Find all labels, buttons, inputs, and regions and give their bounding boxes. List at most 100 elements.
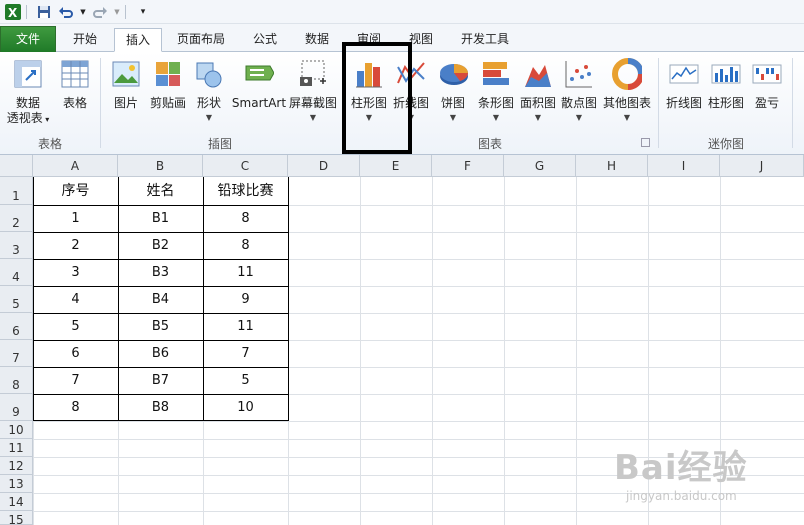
cell-c9[interactable]: 10 xyxy=(203,394,288,421)
cell-c4[interactable]: 11 xyxy=(203,259,288,286)
column-header-e[interactable]: E xyxy=(360,155,432,177)
row-header-10[interactable]: 10 xyxy=(0,421,33,439)
row-header-4[interactable]: 4 xyxy=(0,259,33,286)
tab-data[interactable]: 数据 xyxy=(296,28,338,52)
other-charts-button[interactable]: 其他图表 ▼ xyxy=(600,58,654,123)
tab-page-layout[interactable]: 页面布局 xyxy=(170,28,232,52)
cell-a6[interactable]: 5 xyxy=(33,313,118,340)
sparkline-winloss-label: 盈亏 xyxy=(754,96,779,110)
column-header-d[interactable]: D xyxy=(288,155,360,177)
cell-b4[interactable]: B3 xyxy=(118,259,203,286)
row-header-11[interactable]: 11 xyxy=(0,439,33,457)
bar-chart-dropdown-icon: ▼ xyxy=(492,113,500,122)
scatter-chart-button[interactable]: 散点图 ▼ xyxy=(558,58,600,123)
row-header-13[interactable]: 13 xyxy=(0,475,33,493)
pivot-table-label-2: 透视表 ▾ xyxy=(6,111,50,125)
cell-c2[interactable]: 8 xyxy=(203,205,288,232)
cell-c3[interactable]: 8 xyxy=(203,232,288,259)
row-header-7[interactable]: 7 xyxy=(0,340,33,367)
cell-b9[interactable]: B8 xyxy=(118,394,203,421)
row-header-3[interactable]: 3 xyxy=(0,232,33,259)
cell-b6[interactable]: B5 xyxy=(118,313,203,340)
excel-logo-icon: X xyxy=(4,3,22,21)
cell-c8[interactable]: 5 xyxy=(203,367,288,394)
column-header-c[interactable]: C xyxy=(203,155,288,177)
pie-chart-button[interactable]: 饼图 ▼ xyxy=(434,58,472,123)
clipart-button[interactable]: 剪贴画 xyxy=(146,58,190,111)
column-header-i[interactable]: I xyxy=(648,155,720,177)
gridline xyxy=(360,177,361,525)
sparkline-column-button[interactable]: 柱形图 xyxy=(706,58,746,111)
row-header-15[interactable]: 15 xyxy=(0,511,33,525)
customize-qat-icon[interactable]: ▾ xyxy=(134,3,152,21)
redo-dropdown-icon[interactable]: ▼ xyxy=(113,3,121,21)
cell-b7[interactable]: B6 xyxy=(118,340,203,367)
watermark-brand: Bai经验 xyxy=(614,448,748,488)
screenshot-label: 屏幕截图 xyxy=(288,96,337,110)
table-label: 表格 xyxy=(62,96,87,110)
column-header-a[interactable]: A xyxy=(33,155,118,177)
pivot-table-label-1: 数据 xyxy=(15,96,40,110)
cell-a4[interactable]: 3 xyxy=(33,259,118,286)
pivot-table-button[interactable]: 数据 透视表 ▾ xyxy=(4,58,52,127)
area-chart-button[interactable]: 面积图 ▼ xyxy=(516,58,560,123)
column-header-j[interactable]: J xyxy=(720,155,804,177)
group-separator xyxy=(792,58,793,148)
undo-icon[interactable] xyxy=(57,3,75,21)
bar-chart-button[interactable]: 条形图 ▼ xyxy=(474,58,518,123)
cell-b1[interactable]: 姓名 xyxy=(118,177,203,205)
smartart-button[interactable]: SmartArt xyxy=(230,58,288,111)
row-header-2[interactable]: 2 xyxy=(0,205,33,232)
column-header-b[interactable]: B xyxy=(118,155,203,177)
row-header-8[interactable]: 8 xyxy=(0,367,33,394)
cell-c1[interactable]: 铅球比赛 xyxy=(203,177,288,205)
tab-insert[interactable]: 插入 xyxy=(114,28,162,52)
sparkline-line-button[interactable]: 折线图 xyxy=(662,58,706,111)
shapes-dropdown-icon: ▼ xyxy=(205,113,213,122)
area-chart-label: 面积图 xyxy=(519,96,556,110)
shapes-button[interactable]: 形状 ▼ xyxy=(192,58,226,123)
cell-a9[interactable]: 8 xyxy=(33,394,118,421)
row-header-1[interactable]: 1 xyxy=(0,177,33,205)
table-icon xyxy=(60,58,90,90)
row-header-12[interactable]: 12 xyxy=(0,457,33,475)
svg-text:X: X xyxy=(8,6,18,20)
row-header-6[interactable]: 6 xyxy=(0,313,33,340)
row-header-14[interactable]: 14 xyxy=(0,493,33,511)
cell-b2[interactable]: B1 xyxy=(118,205,203,232)
cell-a8[interactable]: 7 xyxy=(33,367,118,394)
redo-icon[interactable] xyxy=(91,3,109,21)
select-all-corner[interactable] xyxy=(0,155,33,177)
tab-file[interactable]: 文件 xyxy=(0,26,56,52)
cell-a5[interactable]: 4 xyxy=(33,286,118,313)
cell-a2[interactable]: 1 xyxy=(33,205,118,232)
tab-formulas[interactable]: 公式 xyxy=(244,28,286,52)
cell-a1[interactable]: 序号 xyxy=(33,177,118,205)
cell-b5[interactable]: B4 xyxy=(118,286,203,313)
watermark-url: jingyan.baidu.com xyxy=(626,489,737,503)
cell-b3[interactable]: B2 xyxy=(118,232,203,259)
column-header-h[interactable]: H xyxy=(576,155,648,177)
other-charts-label: 其他图表 xyxy=(602,96,651,110)
table-button[interactable]: 表格 xyxy=(56,58,94,111)
charts-dialog-launcher-icon[interactable] xyxy=(641,138,650,147)
gridline xyxy=(33,421,34,525)
column-header-g[interactable]: G xyxy=(504,155,576,177)
sparkline-winloss-button[interactable]: 盈亏 xyxy=(748,58,786,111)
cell-c6[interactable]: 11 xyxy=(203,313,288,340)
cell-b8[interactable]: B7 xyxy=(118,367,203,394)
column-header-f[interactable]: F xyxy=(432,155,504,177)
undo-dropdown-icon[interactable]: ▼ xyxy=(79,3,87,21)
picture-button[interactable]: 图片 xyxy=(106,58,146,111)
pie-chart-dropdown-icon: ▼ xyxy=(449,113,457,122)
cell-c5[interactable]: 9 xyxy=(203,286,288,313)
tab-developer[interactable]: 开发工具 xyxy=(452,28,518,52)
cell-a3[interactable]: 2 xyxy=(33,232,118,259)
tab-home[interactable]: 开始 xyxy=(62,28,108,52)
row-header-5[interactable]: 5 xyxy=(0,286,33,313)
cell-a7[interactable]: 6 xyxy=(33,340,118,367)
save-icon[interactable] xyxy=(35,3,53,21)
screenshot-button[interactable]: 屏幕截图 ▼ xyxy=(288,58,338,123)
cell-c7[interactable]: 7 xyxy=(203,340,288,367)
row-header-9[interactable]: 9 xyxy=(0,394,33,421)
